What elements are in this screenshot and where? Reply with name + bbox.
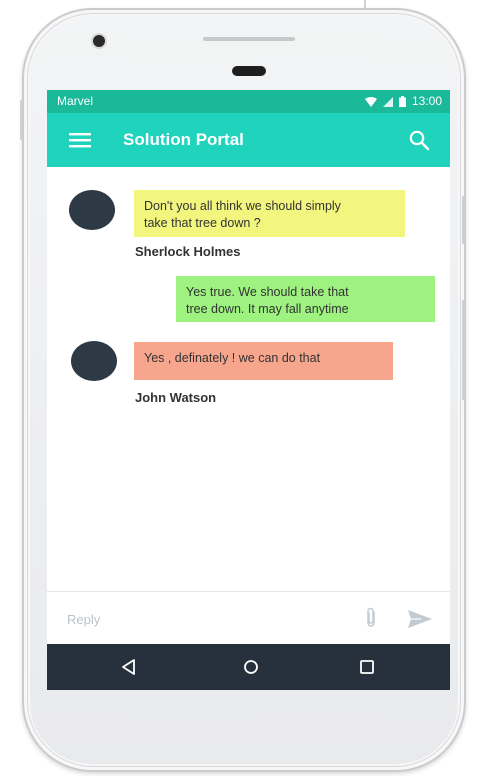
message-bubble[interactable]: Don't you all think we should simply tak… xyxy=(134,190,405,237)
power-button xyxy=(462,300,465,400)
avatar[interactable] xyxy=(71,341,117,381)
avatar[interactable] xyxy=(69,190,115,230)
status-bar: Marvel 13:00 xyxy=(47,90,450,113)
side-button-left xyxy=(20,100,23,140)
sender-name: Sherlock Holmes xyxy=(135,244,241,259)
back-icon[interactable] xyxy=(119,657,139,677)
proximity-sensor xyxy=(232,66,266,76)
reply-input[interactable] xyxy=(65,602,349,636)
recents-icon[interactable] xyxy=(357,657,377,677)
phone-screen: Marvel 13:00 Solution Portal Don't you a… xyxy=(47,90,450,690)
signal-icon xyxy=(382,96,393,107)
android-nav-bar xyxy=(47,644,450,690)
device-mockup: Marvel 13:00 Solution Portal Don't you a… xyxy=(0,0,484,776)
sender-name: John Watson xyxy=(135,390,217,405)
front-camera xyxy=(93,35,105,47)
message-composer xyxy=(47,592,450,644)
paperclip-icon[interactable] xyxy=(363,607,379,629)
search-icon[interactable] xyxy=(408,129,430,151)
send-icon[interactable] xyxy=(407,609,433,629)
message-bubble[interactable]: Yes true. We should take that tree down.… xyxy=(176,276,435,322)
status-icons: 13:00 xyxy=(364,90,442,113)
app-bar: Solution Portal xyxy=(47,113,450,167)
status-time: 13:00 xyxy=(411,94,442,108)
menu-icon[interactable] xyxy=(69,130,93,150)
home-icon[interactable] xyxy=(241,657,261,677)
message-bubble[interactable]: Yes , definately ! we can do that xyxy=(134,342,393,380)
carrier-label: Marvel xyxy=(57,94,94,108)
volume-button xyxy=(462,196,465,244)
chat-thread[interactable]: Don't you all think we should simply tak… xyxy=(47,167,450,591)
battery-icon xyxy=(398,96,406,107)
earpiece-speaker xyxy=(203,37,295,41)
wifi-icon xyxy=(364,96,377,107)
app-title: Solution Portal xyxy=(123,130,244,149)
